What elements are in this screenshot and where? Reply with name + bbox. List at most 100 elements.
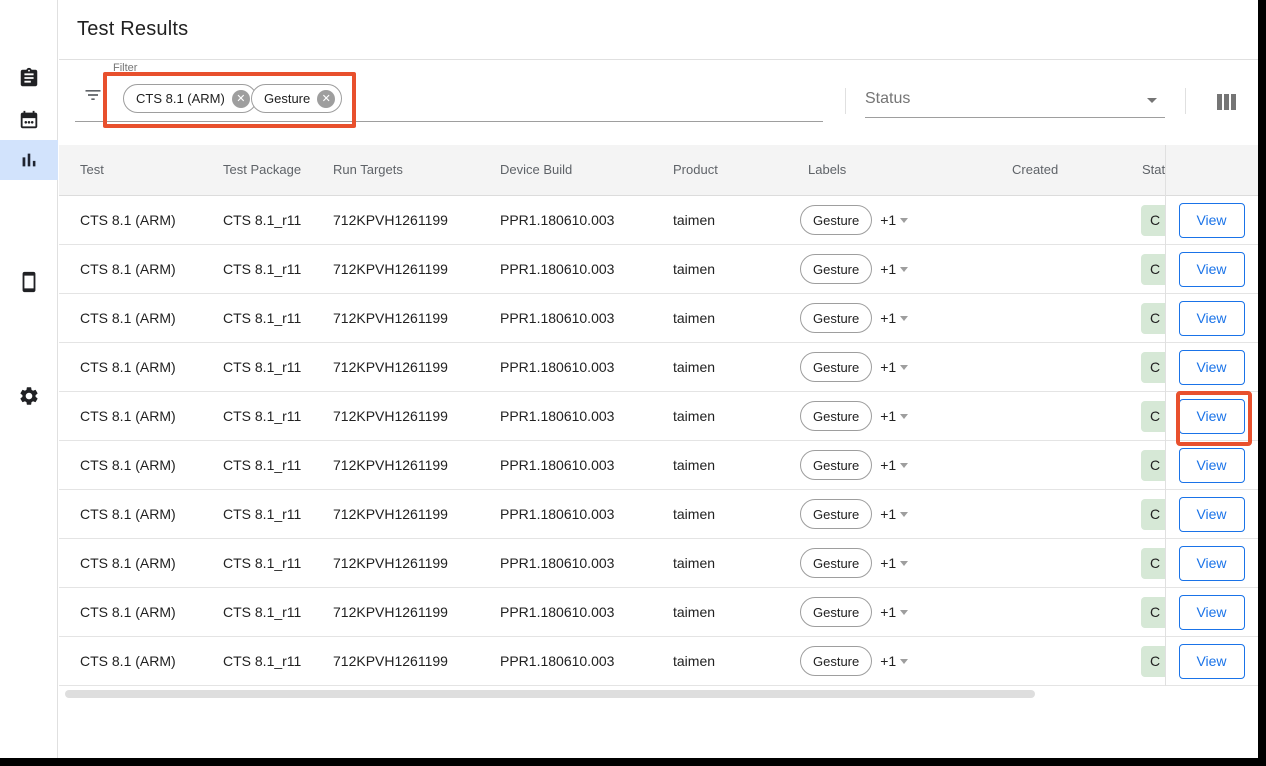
cell-device-build: PPR1.180610.003 bbox=[500, 441, 614, 489]
label-chip[interactable]: Gesture bbox=[800, 303, 872, 333]
labels-more-count: +1 bbox=[880, 555, 896, 571]
label-chip[interactable]: Gesture bbox=[800, 401, 872, 431]
table-row: CTS 8.1 (ARM) CTS 8.1_r11 712KPVH1261199… bbox=[59, 539, 1258, 588]
filter-chip-gesture[interactable]: Gesture ✕ bbox=[251, 84, 342, 113]
labels-more-dropdown[interactable]: +1 bbox=[880, 506, 908, 522]
clipboard-icon bbox=[18, 67, 40, 89]
cell-test: CTS 8.1 (ARM) bbox=[80, 490, 176, 538]
sidebar-item-test-results[interactable] bbox=[0, 140, 58, 180]
view-button[interactable]: View bbox=[1179, 399, 1245, 434]
label-chip[interactable]: Gesture bbox=[800, 254, 872, 284]
sidebar-item-test-plans[interactable] bbox=[0, 58, 58, 98]
column-header-device-build: Device Build bbox=[500, 145, 572, 195]
close-icon[interactable]: ✕ bbox=[317, 90, 335, 108]
label-chip[interactable]: Gesture bbox=[800, 597, 872, 627]
status-select[interactable]: Status bbox=[865, 83, 1165, 118]
cell-test: CTS 8.1 (ARM) bbox=[80, 294, 176, 342]
cell-run-targets: 712KPVH1261199 bbox=[333, 490, 448, 538]
cell-labels: Gesture +1 bbox=[800, 637, 908, 685]
status-badge: C bbox=[1141, 646, 1165, 677]
view-button[interactable]: View bbox=[1179, 203, 1245, 238]
label-chip[interactable]: Gesture bbox=[800, 499, 872, 529]
labels-more-dropdown[interactable]: +1 bbox=[880, 408, 908, 424]
filter-bar: Filter CTS 8.1 (ARM) ✕ Gesture ✕ Status bbox=[59, 61, 1258, 145]
cell-run-targets: 712KPVH1261199 bbox=[333, 539, 448, 587]
view-button[interactable]: View bbox=[1179, 595, 1245, 630]
sidebar-item-settings[interactable] bbox=[0, 376, 58, 416]
cell-product: taimen bbox=[673, 490, 715, 538]
filter-chip-label: Gesture bbox=[264, 91, 310, 106]
labels-more-count: +1 bbox=[880, 212, 896, 228]
status-badge: C bbox=[1141, 401, 1165, 432]
status-badge: C bbox=[1141, 205, 1165, 236]
status-badge: C bbox=[1141, 254, 1165, 285]
column-header-status: Stat bbox=[1142, 145, 1165, 195]
cell-action: View bbox=[1165, 343, 1258, 391]
cell-device-build: PPR1.180610.003 bbox=[500, 245, 614, 293]
label-chip[interactable]: Gesture bbox=[800, 548, 872, 578]
cell-product: taimen bbox=[673, 392, 715, 440]
view-button[interactable]: View bbox=[1179, 301, 1245, 336]
status-select-label: Status bbox=[865, 90, 910, 108]
cell-labels: Gesture +1 bbox=[800, 392, 908, 440]
cell-test: CTS 8.1 (ARM) bbox=[80, 539, 176, 587]
filter-icon[interactable] bbox=[83, 85, 103, 110]
filter-chip-cts[interactable]: CTS 8.1 (ARM) ✕ bbox=[123, 84, 257, 113]
view-button[interactable]: View bbox=[1179, 497, 1245, 532]
caret-down-icon bbox=[900, 267, 908, 272]
cell-test-package: CTS 8.1_r11 bbox=[223, 539, 301, 587]
cell-run-targets: 712KPVH1261199 bbox=[333, 245, 448, 293]
labels-more-dropdown[interactable]: +1 bbox=[880, 212, 908, 228]
cell-device-build: PPR1.180610.003 bbox=[500, 539, 614, 587]
close-icon[interactable]: ✕ bbox=[232, 90, 250, 108]
labels-more-count: +1 bbox=[880, 653, 896, 669]
cell-test-package: CTS 8.1_r11 bbox=[223, 588, 301, 636]
labels-more-dropdown[interactable]: +1 bbox=[880, 310, 908, 326]
cell-test-package: CTS 8.1_r11 bbox=[223, 392, 301, 440]
cell-action: View bbox=[1165, 441, 1258, 489]
label-chip[interactable]: Gesture bbox=[800, 205, 872, 235]
cell-labels: Gesture +1 bbox=[800, 441, 908, 489]
view-columns-button[interactable] bbox=[1217, 94, 1237, 111]
labels-more-dropdown[interactable]: +1 bbox=[880, 359, 908, 375]
sidebar-item-devices[interactable] bbox=[0, 262, 58, 302]
cell-device-build: PPR1.180610.003 bbox=[500, 294, 614, 342]
cell-run-targets: 712KPVH1261199 bbox=[333, 588, 448, 636]
view-button[interactable]: View bbox=[1179, 546, 1245, 581]
view-button[interactable]: View bbox=[1179, 350, 1245, 385]
cell-product: taimen bbox=[673, 343, 715, 391]
labels-more-dropdown[interactable]: +1 bbox=[880, 457, 908, 473]
cell-test: CTS 8.1 (ARM) bbox=[80, 637, 176, 685]
cell-action: View bbox=[1165, 637, 1258, 685]
labels-more-dropdown[interactable]: +1 bbox=[880, 261, 908, 277]
cell-test: CTS 8.1 (ARM) bbox=[80, 343, 176, 391]
label-chip[interactable]: Gesture bbox=[800, 450, 872, 480]
label-chip[interactable]: Gesture bbox=[800, 352, 872, 382]
view-button[interactable]: View bbox=[1179, 644, 1245, 679]
cell-action: View bbox=[1165, 539, 1258, 587]
labels-more-dropdown[interactable]: +1 bbox=[880, 653, 908, 669]
status-badge: C bbox=[1141, 303, 1165, 334]
labels-more-dropdown[interactable]: +1 bbox=[880, 555, 908, 571]
filter-field-label: Filter bbox=[113, 62, 137, 74]
sidebar bbox=[0, 0, 58, 758]
cell-labels: Gesture +1 bbox=[800, 196, 908, 244]
table-row: CTS 8.1 (ARM) CTS 8.1_r11 712KPVH1261199… bbox=[59, 441, 1258, 490]
caret-down-icon bbox=[900, 561, 908, 566]
horizontal-scrollbar[interactable] bbox=[65, 690, 1035, 698]
cell-test: CTS 8.1 (ARM) bbox=[80, 588, 176, 636]
sidebar-item-schedule[interactable] bbox=[0, 100, 58, 140]
label-chip[interactable]: Gesture bbox=[800, 646, 872, 676]
cell-product: taimen bbox=[673, 294, 715, 342]
page-title: Test Results bbox=[77, 0, 188, 59]
smartphone-icon bbox=[18, 271, 40, 293]
cell-product: taimen bbox=[673, 196, 715, 244]
caret-down-icon bbox=[900, 316, 908, 321]
view-button[interactable]: View bbox=[1179, 252, 1245, 287]
filter-field-underline bbox=[75, 121, 823, 122]
labels-more-dropdown[interactable]: +1 bbox=[880, 604, 908, 620]
labels-more-count: +1 bbox=[880, 408, 896, 424]
view-button[interactable]: View bbox=[1179, 448, 1245, 483]
cell-test-package: CTS 8.1_r11 bbox=[223, 196, 301, 244]
columns-icon bbox=[1217, 94, 1222, 110]
